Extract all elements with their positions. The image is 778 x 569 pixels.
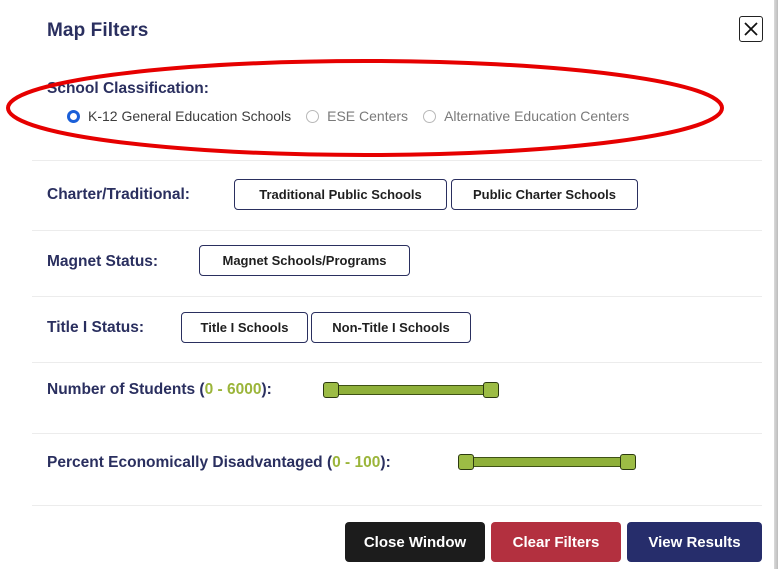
radio-alternative-education[interactable]: Alternative Education Centers <box>423 108 629 124</box>
econ-slider-low-handle[interactable] <box>458 454 474 470</box>
divider <box>32 296 762 297</box>
students-range-sep: - <box>213 381 227 398</box>
title-i-status-label: Title I Status: <box>47 319 145 336</box>
percent-economically-disadvantaged-label: Percent Economically Disadvantaged (0 - … <box>47 454 391 472</box>
number-of-students-label: Number of Students (0 - 6000): <box>47 381 272 399</box>
econ-label-suffix: ): <box>380 454 391 471</box>
divider <box>32 362 762 363</box>
modal-edge-shadow <box>774 0 778 569</box>
view-results-button[interactable]: View Results <box>627 522 762 562</box>
clear-filters-button[interactable]: Clear Filters <box>491 522 621 562</box>
students-slider-high-handle[interactable] <box>483 382 499 398</box>
students-slider-track <box>323 385 499 395</box>
students-label-prefix: Number of Students ( <box>47 381 205 398</box>
divider <box>32 160 762 161</box>
econ-min-value: 0 <box>332 454 341 471</box>
number-of-students-slider[interactable] <box>323 382 499 398</box>
close-x-button[interactable] <box>739 16 763 42</box>
map-filters-modal: Map Filters School Classification: K-12 … <box>0 0 776 567</box>
divider <box>32 505 762 506</box>
non-title-i-schools-button[interactable]: Non-Title I Schools <box>311 312 471 343</box>
radio-alternative-education-control[interactable] <box>423 109 437 123</box>
radio-ese-centers-label: ESE Centers <box>327 108 409 124</box>
econ-slider-track <box>458 457 636 467</box>
public-charter-schools-button[interactable]: Public Charter Schools <box>451 179 638 210</box>
radio-k12-general-control[interactable] <box>67 109 80 123</box>
econ-slider-high-handle[interactable] <box>620 454 636 470</box>
close-window-button[interactable]: Close Window <box>345 522 485 562</box>
econ-max-value: 100 <box>354 454 381 471</box>
students-slider-low-handle[interactable] <box>323 382 339 398</box>
divider <box>32 433 762 434</box>
divider <box>32 230 762 231</box>
econ-range-sep: - <box>340 454 355 471</box>
econ-label-prefix: Percent Economically Disadvantaged ( <box>47 454 333 471</box>
title-i-schools-button[interactable]: Title I Schools <box>181 312 308 343</box>
students-min-value: 0 <box>204 381 214 398</box>
charter-traditional-label: Charter/Traditional: <box>47 186 190 203</box>
traditional-public-schools-button[interactable]: Traditional Public Schools <box>234 179 447 210</box>
school-classification-label: School Classification: <box>47 80 209 97</box>
radio-alternative-education-label: Alternative Education Centers <box>444 108 630 124</box>
magnet-schools-programs-button[interactable]: Magnet Schools/Programs <box>199 245 410 276</box>
radio-k12-general-label: K-12 General Education Schools <box>88 108 292 124</box>
students-label-suffix: ): <box>261 381 272 398</box>
radio-ese-centers[interactable]: ESE Centers <box>306 108 408 124</box>
radio-k12-general[interactable]: K-12 General Education Schools <box>67 108 291 124</box>
school-classification-radio-group: K-12 General Education Schools ESE Cente… <box>67 108 644 124</box>
magnet-status-label: Magnet Status: <box>47 253 159 270</box>
percent-economically-disadvantaged-slider[interactable] <box>458 454 636 470</box>
radio-ese-centers-control[interactable] <box>306 109 320 123</box>
modal-title: Map Filters <box>47 20 149 41</box>
close-x-icon <box>744 22 758 36</box>
students-max-value: 6000 <box>227 381 262 398</box>
